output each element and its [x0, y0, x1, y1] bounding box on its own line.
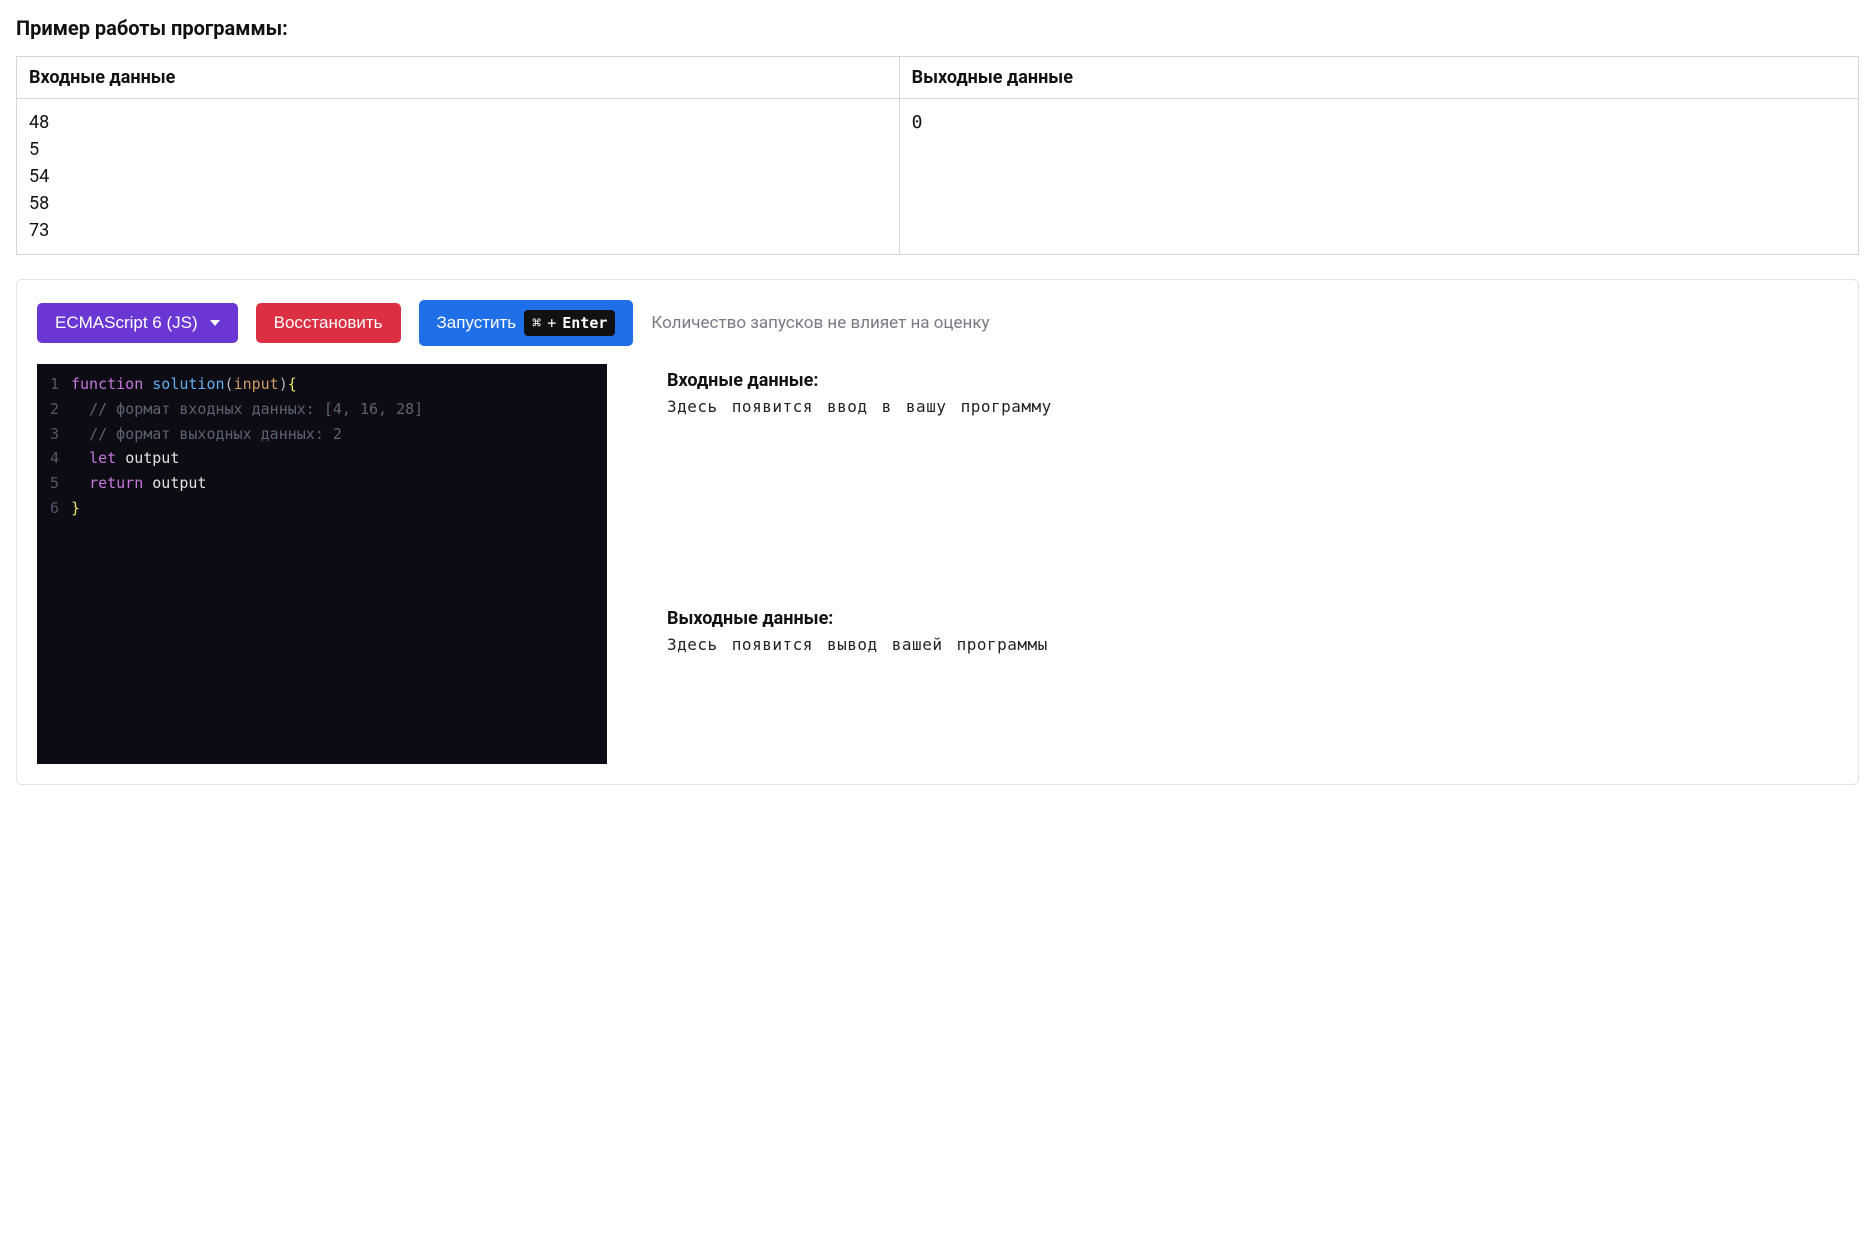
toolbar-note: Количество запусков не влияет на оценку	[651, 313, 989, 333]
output-data-placeholder: Здесь появится вывод вашей программы	[667, 635, 1838, 654]
example-input-header: Входные данные	[17, 57, 900, 99]
code-line: // формат выходных данных: 2	[71, 422, 342, 447]
shortcut-mod: ⌘	[532, 314, 541, 332]
example-table: Входные данные Выходные данные 48 5 54 5…	[16, 56, 1859, 255]
example-output-header: Выходные данные	[899, 57, 1858, 99]
example-output-cell: 0	[899, 99, 1858, 255]
input-data-title: Входные данные:	[667, 370, 1838, 391]
restore-button[interactable]: Восстановить	[256, 303, 401, 343]
code-line: let output	[71, 446, 179, 471]
shortcut-plus: +	[547, 314, 556, 332]
code-line: }	[71, 496, 80, 521]
code-line: // формат входных данных: [4, 16, 28]	[71, 397, 423, 422]
line-number: 4	[37, 446, 71, 471]
input-data-placeholder: Здесь появится ввод в вашу программу	[667, 397, 1838, 416]
table-row: 48 5 54 58 73 0	[17, 99, 1859, 255]
line-number: 6	[37, 496, 71, 521]
line-number: 1	[37, 372, 71, 397]
language-label: ECMAScript 6 (JS)	[55, 313, 198, 333]
run-label: Запустить	[437, 313, 517, 333]
output-data-block: Выходные данные: Здесь появится вывод ва…	[667, 608, 1838, 654]
shortcut-key: Enter	[562, 314, 607, 332]
code-editor[interactable]: 1 function solution(input){ 2 // формат …	[37, 364, 607, 764]
example-section-title: Пример работы программы:	[16, 16, 1859, 40]
io-panel: Входные данные: Здесь появится ввод в ва…	[667, 364, 1838, 764]
language-select-button[interactable]: ECMAScript 6 (JS)	[37, 303, 238, 343]
code-line: return output	[71, 471, 206, 496]
ide-body: 1 function solution(input){ 2 // формат …	[37, 364, 1838, 764]
chevron-down-icon	[210, 320, 220, 326]
code-line: function solution(input){	[71, 372, 297, 397]
toolbar: ECMAScript 6 (JS) Восстановить Запустить…	[37, 300, 1838, 346]
input-data-block: Входные данные: Здесь появится ввод в ва…	[667, 370, 1838, 416]
example-input-cell: 48 5 54 58 73	[17, 99, 900, 255]
line-number: 2	[37, 397, 71, 422]
line-number: 3	[37, 422, 71, 447]
line-number: 5	[37, 471, 71, 496]
shortcut-badge: ⌘ + Enter	[524, 310, 615, 336]
run-button[interactable]: Запустить ⌘ + Enter	[419, 300, 634, 346]
ide-panel: ECMAScript 6 (JS) Восстановить Запустить…	[16, 279, 1859, 785]
output-data-title: Выходные данные:	[667, 608, 1838, 629]
